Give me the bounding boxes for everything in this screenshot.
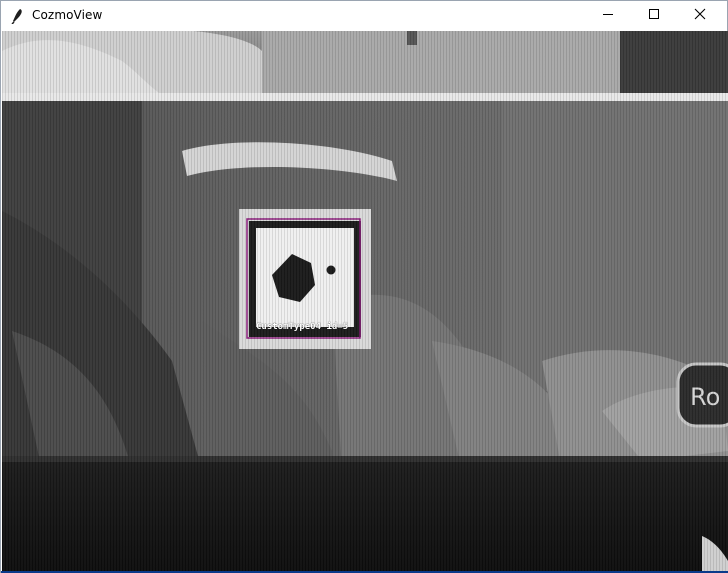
- feather-icon: [10, 8, 24, 25]
- cozmoview-window: CozmoView Ro CustomType04 id=5: [0, 0, 728, 573]
- camera-viewport[interactable]: Ro CustomType04 id=5: [2, 31, 728, 572]
- maximize-icon: [648, 7, 660, 25]
- minimize-button[interactable]: [585, 1, 631, 31]
- camera-feed-image: Ro: [2, 31, 728, 572]
- maximize-button[interactable]: [631, 1, 677, 31]
- minimize-icon: [602, 7, 614, 25]
- window-title: CozmoView: [32, 8, 103, 22]
- close-button[interactable]: [677, 1, 723, 31]
- svg-text:Ro: Ro: [690, 383, 720, 411]
- detection-label: CustomType04 id=5: [256, 322, 349, 332]
- title-bar[interactable]: CozmoView: [1, 1, 727, 31]
- close-icon: [694, 7, 706, 25]
